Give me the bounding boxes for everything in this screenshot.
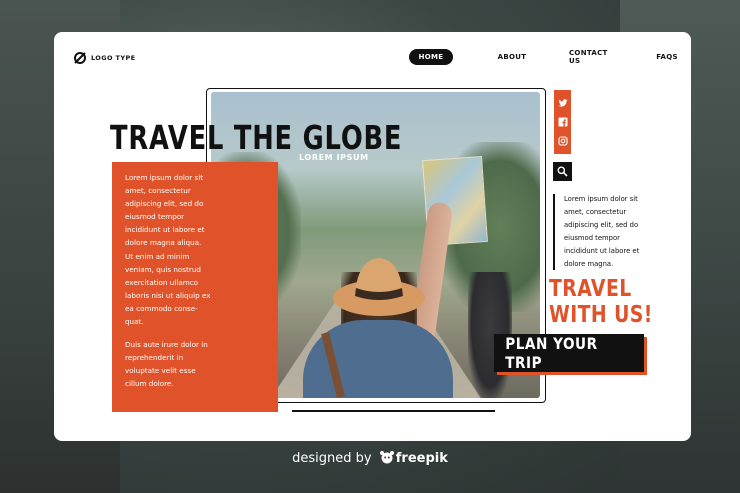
attribution-brand: freepik (395, 451, 448, 466)
hero-subtitle: LOREM IPSUM (299, 153, 369, 162)
travel-headline-line1: TRAVEL (549, 276, 632, 302)
nav-faqs[interactable]: FAQS (652, 49, 682, 65)
right-panel-text: Lorem ipsum dolor sit amet, consectetur … (564, 195, 640, 269)
twitter-icon[interactable] (558, 98, 568, 108)
nav-contact-us[interactable]: CONTACT US (569, 49, 619, 65)
facebook-icon[interactable] (558, 117, 568, 127)
instagram-icon[interactable] (557, 136, 568, 146)
search-button[interactable] (553, 162, 572, 181)
social-bar (554, 90, 571, 154)
photo-hat (333, 258, 425, 316)
search-icon (557, 166, 568, 177)
nav-about[interactable]: ABOUT (494, 49, 530, 65)
cta-label: PLAN YOUR TRIP (505, 334, 598, 372)
travel-headline-line2: WITH US! (549, 302, 653, 328)
hero-title: TRAVEL THE GLOBE (110, 118, 403, 157)
left-paragraph-2: Duis aute irure dolor in reprehenderit i… (125, 340, 208, 389)
freepik-logo-icon (379, 451, 394, 464)
landing-page-card: LOGO TYPE HOME ABOUT CONTACT US FAQS Lor… (54, 32, 691, 441)
logo-icon (74, 52, 86, 64)
attribution: designed by freepik (0, 450, 740, 466)
bottom-divider (292, 410, 495, 412)
logo-text: LOGO TYPE (91, 54, 136, 62)
logo[interactable]: LOGO TYPE (73, 51, 136, 65)
nav-home[interactable]: HOME (409, 49, 453, 65)
attribution-text: designed by (292, 451, 372, 466)
text-divider (553, 194, 555, 270)
left-paragraph-1: Lorem ipsum dolor sit amet, consectetur … (125, 173, 211, 327)
travel-headline: TRAVEL WITH US! (549, 276, 653, 328)
plan-your-trip-button[interactable]: PLAN YOUR TRIP (494, 334, 644, 372)
left-panel-text: Lorem ipsum dolor sit amet, consectetur … (125, 171, 211, 401)
